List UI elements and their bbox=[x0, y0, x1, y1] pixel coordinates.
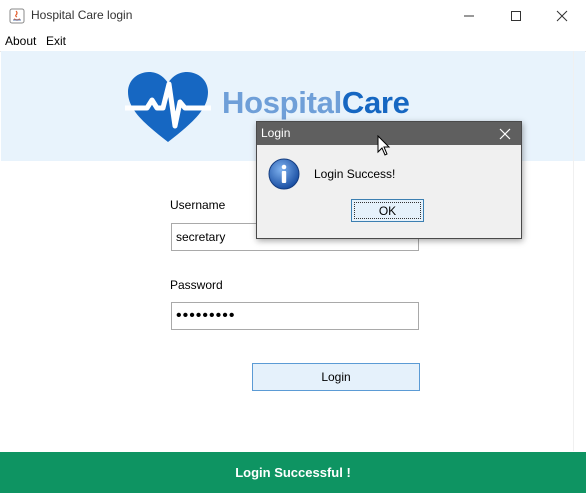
menu-exit[interactable]: Exit bbox=[46, 34, 66, 48]
mouse-cursor-icon bbox=[377, 134, 391, 157]
menu-about[interactable]: About bbox=[5, 34, 36, 48]
login-button-label: Login bbox=[321, 370, 351, 384]
logo-wordmark: HospitalCare bbox=[222, 85, 410, 121]
logo-word-care: Care bbox=[341, 85, 410, 120]
ok-button[interactable]: OK bbox=[351, 199, 424, 222]
close-icon bbox=[499, 128, 511, 140]
menu-bar: About Exit bbox=[0, 31, 586, 52]
status-text: Login Successful ! bbox=[235, 465, 351, 480]
password-field[interactable]: ••••••••• bbox=[171, 302, 419, 330]
divider bbox=[573, 51, 574, 451]
login-button[interactable]: Login bbox=[252, 363, 420, 391]
dialog-message: Login Success! bbox=[314, 167, 396, 181]
window-title: Hospital Care login bbox=[31, 8, 133, 22]
password-label: Password bbox=[170, 278, 223, 292]
ok-button-label: OK bbox=[378, 203, 397, 218]
maximize-icon bbox=[511, 10, 521, 21]
minimize-icon bbox=[464, 15, 474, 16]
dialog-close-button[interactable] bbox=[493, 123, 517, 145]
minimize-button[interactable] bbox=[446, 0, 492, 31]
close-icon bbox=[556, 10, 568, 21]
java-app-icon bbox=[9, 8, 25, 24]
status-bar: Login Successful ! bbox=[0, 452, 586, 493]
username-label: Username bbox=[170, 198, 226, 212]
window-title-bar: Hospital Care login bbox=[0, 0, 586, 31]
heart-pulse-logo-icon bbox=[122, 70, 214, 144]
dialog-title: Login bbox=[261, 126, 291, 140]
close-button[interactable] bbox=[539, 0, 585, 31]
logo-word-hospital: Hospital bbox=[222, 85, 342, 120]
password-masked-value: ••••••••• bbox=[176, 307, 236, 324]
username-value: secretary bbox=[176, 230, 226, 244]
information-icon bbox=[268, 158, 300, 190]
maximize-button[interactable] bbox=[493, 0, 539, 31]
